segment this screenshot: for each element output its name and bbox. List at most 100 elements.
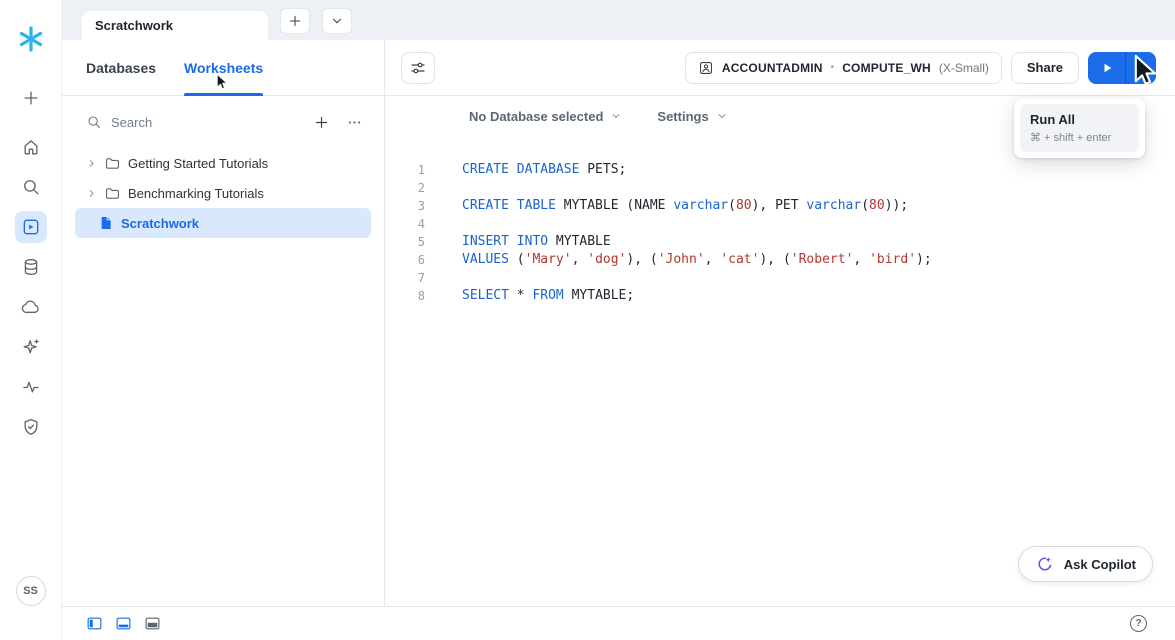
snowsight-app: SS Scratchwork Databases Worksheets xyxy=(0,0,1175,640)
sidebar-search-input[interactable]: Search xyxy=(111,115,300,130)
tree-item-label: Benchmarking Tutorials xyxy=(128,186,264,201)
chevron-down-icon xyxy=(329,13,345,29)
code-line-1[interactable]: CREATE DATABASE PETS; xyxy=(462,161,932,179)
rail-item-data[interactable] xyxy=(15,251,47,283)
code-line-6[interactable]: VALUES ('Mary', 'dog'), ('John', 'cat'),… xyxy=(462,251,932,269)
line-number: 3 xyxy=(385,197,425,215)
database-selector[interactable]: No Database selected xyxy=(469,109,623,124)
tab-databases[interactable]: Databases xyxy=(86,40,156,95)
cloud-icon xyxy=(21,297,41,317)
snowflake-logo-icon[interactable] xyxy=(16,24,46,54)
rail-items xyxy=(15,82,47,451)
line-number: 7 xyxy=(385,269,425,287)
worksheets-icon xyxy=(21,217,41,237)
new-item-button[interactable] xyxy=(309,110,333,134)
run-split-button xyxy=(1088,52,1156,84)
code-line-8[interactable]: SELECT * FROM MYTABLE; xyxy=(462,287,932,305)
code-lines[interactable]: CREATE DATABASE PETS; CREATE TABLE MYTABL… xyxy=(462,161,932,606)
code-line-7[interactable] xyxy=(462,269,932,287)
menu-item-run-all[interactable]: Run All ⌘ + shift + enter xyxy=(1020,104,1139,152)
code-line-5[interactable]: INSERT INTO MYTABLE xyxy=(462,233,932,251)
ask-copilot-button[interactable]: Ask Copilot xyxy=(1018,546,1153,582)
line-number: 1 xyxy=(385,161,425,179)
role-label: ACCOUNTADMIN xyxy=(722,61,823,75)
run-button[interactable] xyxy=(1088,52,1125,84)
ellipsis-icon xyxy=(346,114,363,131)
tab-scratchwork[interactable]: Scratchwork xyxy=(82,11,268,40)
tree-item-label: Scratchwork xyxy=(121,216,199,231)
shield-icon xyxy=(21,417,41,437)
user-avatar[interactable]: SS xyxy=(16,576,46,606)
line-number: 4 xyxy=(385,215,425,233)
new-worksheet-tab-button[interactable] xyxy=(280,8,310,34)
editor-toolbar: ACCOUNTADMIN • COMPUTE_WH (X-Small) Shar… xyxy=(385,40,1175,96)
copilot-label: Ask Copilot xyxy=(1064,557,1136,572)
plus-icon xyxy=(21,88,41,108)
chevron-right-icon[interactable] xyxy=(86,158,97,169)
rail-item-new[interactable] xyxy=(15,82,47,114)
caret-down-icon xyxy=(1133,60,1149,76)
chevron-down-icon xyxy=(715,109,729,123)
tree-item-scratchwork[interactable]: Scratchwork xyxy=(75,208,371,238)
sql-editor[interactable]: 12345678 CREATE DATABASE PETS; CREATE TAB… xyxy=(385,136,1175,606)
code-line-2[interactable] xyxy=(462,179,932,197)
tab-label: Scratchwork xyxy=(95,18,173,33)
panel-bottom-large-icon xyxy=(144,615,161,632)
share-button[interactable]: Share xyxy=(1011,52,1079,84)
sparkle-icon xyxy=(21,337,41,357)
rail-item-admin[interactable] xyxy=(15,411,47,443)
right-column: Scratchwork Databases Worksheets Search xyxy=(62,0,1175,640)
plus-icon xyxy=(287,13,303,29)
rail-item-cloud[interactable] xyxy=(15,291,47,323)
sliders-icon xyxy=(409,59,427,77)
run-options-button[interactable] xyxy=(1125,52,1156,84)
rail-item-activity[interactable] xyxy=(15,371,47,403)
run-all-shortcut: ⌘ + shift + enter xyxy=(1030,131,1129,144)
rail-item-ai-ml[interactable] xyxy=(15,331,47,363)
settings-label: Settings xyxy=(657,109,708,124)
panel-bottom-icon xyxy=(115,615,132,632)
worksheet-file-icon xyxy=(98,215,114,231)
play-icon xyxy=(1099,60,1115,76)
run-dropdown-menu: Run All ⌘ + shift + enter xyxy=(1014,98,1145,158)
search-icon xyxy=(21,177,41,197)
tab-list-button[interactable] xyxy=(322,8,352,34)
sidebar-tree: Getting Started Tutorials Benchmarking Tu… xyxy=(62,144,384,242)
tree-item-getting-started-tutorials[interactable]: Getting Started Tutorials xyxy=(75,148,371,178)
worksheet-tabstrip: Scratchwork xyxy=(62,0,1175,40)
tab-worksheets[interactable]: Worksheets xyxy=(184,40,263,95)
rail-item-home[interactable] xyxy=(15,131,47,163)
folder-icon xyxy=(104,155,121,172)
settings-dropdown[interactable]: Settings xyxy=(657,109,728,124)
panel-left-icon xyxy=(86,615,103,632)
rail-item-projects[interactable] xyxy=(15,211,47,243)
toggle-results-panel-button[interactable] xyxy=(144,615,161,632)
main-area: ACCOUNTADMIN • COMPUTE_WH (X-Small) Shar… xyxy=(385,40,1175,606)
toggle-left-panel-button[interactable] xyxy=(86,615,103,632)
plus-icon xyxy=(313,114,330,131)
more-options-button[interactable] xyxy=(342,110,366,134)
code-line-3[interactable]: CREATE TABLE MYTABLE (NAME varchar(80), … xyxy=(462,197,932,215)
line-numbers: 12345678 xyxy=(385,161,425,606)
copilot-icon xyxy=(1035,554,1055,574)
code-line-4[interactable] xyxy=(462,215,932,233)
line-number: 6 xyxy=(385,251,425,269)
toggle-bottom-panel-button[interactable] xyxy=(115,615,132,632)
database-selector-label: No Database selected xyxy=(469,109,603,124)
chevron-right-icon[interactable] xyxy=(86,188,97,199)
content-row: Databases Worksheets Search Getting Star… xyxy=(62,40,1175,606)
help-button[interactable]: ? xyxy=(1130,615,1147,632)
sidebar: Databases Worksheets Search Getting Star… xyxy=(62,40,385,606)
folder-icon xyxy=(104,185,121,202)
context-separator: • xyxy=(831,62,835,73)
toolbar-right: ACCOUNTADMIN • COMPUTE_WH (X-Small) Shar… xyxy=(685,52,1156,84)
context-selector[interactable]: ACCOUNTADMIN • COMPUTE_WH (X-Small) xyxy=(685,52,1002,84)
tree-item-benchmarking-tutorials[interactable]: Benchmarking Tutorials xyxy=(75,178,371,208)
format-settings-button[interactable] xyxy=(401,52,435,84)
rail-item-search[interactable] xyxy=(15,171,47,203)
sidebar-search-row: Search xyxy=(62,96,384,144)
database-icon xyxy=(21,257,41,277)
chevron-down-icon xyxy=(609,109,623,123)
status-bar: ? xyxy=(62,606,1175,640)
line-number: 8 xyxy=(385,287,425,305)
